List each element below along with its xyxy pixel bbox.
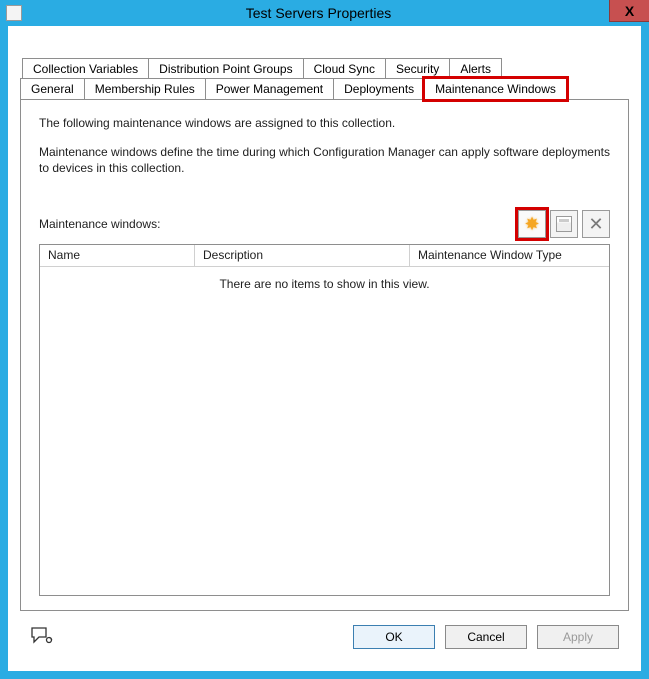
system-menu-icon[interactable] xyxy=(6,5,22,21)
tab-deployments[interactable]: Deployments xyxy=(333,78,425,99)
calendar-icon xyxy=(556,216,572,232)
column-name[interactable]: Name xyxy=(40,245,195,267)
help-chat-icon[interactable] xyxy=(30,627,54,647)
maintenance-windows-list[interactable]: Name Description Maintenance Window Type… xyxy=(39,244,610,596)
tab-distribution-point-groups[interactable]: Distribution Point Groups xyxy=(148,58,303,79)
titlebar[interactable]: Test Servers Properties X xyxy=(0,0,649,26)
tab-membership-rules[interactable]: Membership Rules xyxy=(84,78,206,99)
delete-x-icon: ✕ xyxy=(588,215,603,233)
apply-button[interactable]: Apply xyxy=(537,625,619,649)
tab-maintenance-windows[interactable]: Maintenance Windows xyxy=(424,78,567,100)
tab-security[interactable]: Security xyxy=(385,58,450,79)
tab-page-maintenance-windows: The following maintenance windows are as… xyxy=(20,99,629,611)
delete-maintenance-window-button[interactable]: ✕ xyxy=(582,210,610,238)
column-description[interactable]: Description xyxy=(195,245,410,267)
maintenance-windows-header: Maintenance windows: ✸ ✕ xyxy=(39,210,610,238)
list-empty-message: There are no items to show in this view. xyxy=(40,267,609,595)
close-icon: X xyxy=(625,3,634,19)
edit-maintenance-window-button[interactable] xyxy=(550,210,578,238)
new-maintenance-window-button[interactable]: ✸ xyxy=(518,210,546,238)
tab-general[interactable]: General xyxy=(20,78,85,99)
maintenance-windows-toolbar: ✸ ✕ xyxy=(518,210,610,238)
maintenance-windows-label: Maintenance windows: xyxy=(39,217,160,231)
starburst-icon: ✸ xyxy=(524,215,539,233)
column-maintenance-window-type[interactable]: Maintenance Window Type xyxy=(410,245,609,267)
intro-text-2: Maintenance windows define the time duri… xyxy=(39,144,610,176)
cancel-button[interactable]: Cancel xyxy=(445,625,527,649)
window-title: Test Servers Properties xyxy=(28,5,649,21)
intro-text-1: The following maintenance windows are as… xyxy=(39,116,610,130)
tab-power-management[interactable]: Power Management xyxy=(205,78,334,99)
dialog-footer: OK Cancel Apply xyxy=(20,611,629,663)
tab-collection-variables[interactable]: Collection Variables xyxy=(22,58,149,79)
properties-dialog: Test Servers Properties X ↖ Collection V… xyxy=(0,0,649,679)
close-button[interactable]: X xyxy=(609,0,649,22)
tab-alerts[interactable]: Alerts xyxy=(449,58,502,79)
tab-strip: Collection Variables Distribution Point … xyxy=(20,58,629,99)
ok-button[interactable]: OK xyxy=(353,625,435,649)
list-column-headers: Name Description Maintenance Window Type xyxy=(40,245,609,267)
tab-cloud-sync[interactable]: Cloud Sync xyxy=(303,58,386,79)
client-area: ↖ Collection Variables Distribution Poin… xyxy=(8,26,641,671)
